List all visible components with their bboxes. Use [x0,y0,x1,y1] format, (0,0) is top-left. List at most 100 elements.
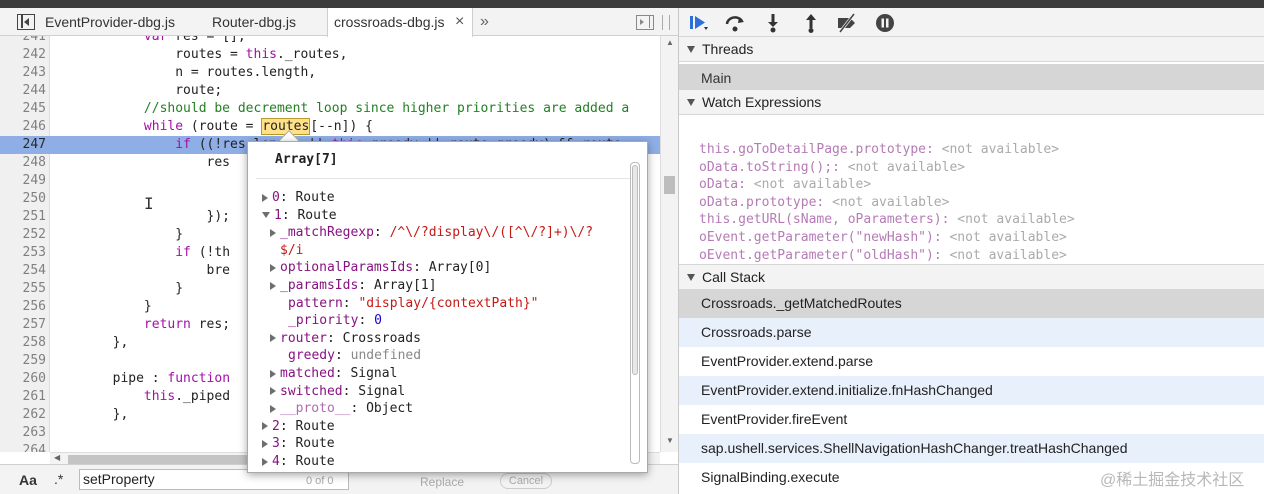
collapsed-triangle-icon[interactable] [270,387,276,396]
property-row[interactable]: __proto__: Object [270,400,413,417]
call-stack-header[interactable]: Call Stack [679,264,1264,290]
tab-router[interactable]: Router-dbg.js [212,8,296,36]
regex-toggle[interactable]: .* [54,471,63,487]
line-number[interactable]: 254 [0,262,46,280]
collapsed-triangle-icon[interactable] [262,422,268,431]
property-row[interactable]: 1: Route [262,207,337,224]
line-number[interactable]: 258 [0,334,46,352]
line-number[interactable]: 260 [0,370,46,388]
property-row[interactable]: router: Crossroads [270,330,421,347]
line-number[interactable]: 246 [0,118,46,136]
call-frame[interactable]: Crossroads.parse [679,318,1264,347]
property-row[interactable]: 0: Route [262,189,335,206]
step-out-icon[interactable] [799,12,823,34]
line-number[interactable]: 248 [0,154,46,172]
object-inspector-popover[interactable]: Array[7] 0: Route 1: Route _matchRegexp: /… [247,141,648,473]
watch-expression[interactable]: oData: <not available> [699,176,871,193]
line-number[interactable]: 247 [0,136,46,154]
property-row[interactable]: optionalParamsIds: Array[0] [270,259,491,276]
more-tabs-icon[interactable]: » [480,8,489,36]
property-row[interactable]: greedy: undefined [288,347,421,364]
line-number[interactable]: 253 [0,244,46,262]
property-row[interactable]: _paramsIds: Array[1] [270,277,437,294]
watch-expression[interactable]: this.getURL(sName, oParameters): <not av… [699,211,1075,228]
code-line[interactable]: 244 route; [0,82,660,100]
resume-icon[interactable] [687,12,711,34]
threads-header[interactable]: Threads [679,36,1264,62]
scroll-thumb[interactable] [664,176,675,194]
collapsed-triangle-icon[interactable] [262,439,268,448]
collapsed-triangle-icon[interactable] [270,228,276,237]
line-number[interactable]: 257 [0,316,46,334]
line-number[interactable]: 261 [0,388,46,406]
thread-main[interactable]: Main [679,64,1264,92]
property-row[interactable]: 3: Route [262,435,335,452]
scroll-down-icon[interactable]: ▼ [666,436,674,445]
line-number[interactable]: 251 [0,208,46,226]
line-number[interactable]: 262 [0,406,46,424]
line-number[interactable]: 245 [0,100,46,118]
collapsed-triangle-icon[interactable] [270,263,276,272]
call-frame[interactable]: Crossroads._getMatchedRoutes [679,289,1264,318]
scroll-left-icon[interactable]: ◀ [54,453,60,462]
deactivate-breakpoints-icon[interactable] [835,12,859,34]
code-line[interactable]: 242 routes = this._routes, [0,46,660,64]
line-number[interactable]: 241 [0,36,46,46]
line-number[interactable]: 264 [0,442,46,452]
property-row[interactable]: 2: Route [262,418,335,435]
watch-expressions-header[interactable]: Watch Expressions [679,89,1264,115]
line-number[interactable]: 252 [0,226,46,244]
property-row[interactable]: pattern: "display/{contextPath}" [288,295,538,312]
collapsed-triangle-icon[interactable] [270,281,276,290]
property-row[interactable]: switched: Signal [270,383,405,400]
close-tab-icon[interactable]: × [455,8,464,36]
line-number[interactable]: 255 [0,280,46,298]
watch-expression[interactable]: oEvent.getParameter("newHash"): <not ava… [699,229,1067,246]
tab-crossroads[interactable]: crossroads-dbg.js [327,8,473,37]
call-frame[interactable]: EventProvider.extend.parse [679,347,1264,376]
expanded-triangle-icon[interactable] [262,212,270,219]
collapsed-triangle-icon[interactable] [270,334,276,343]
editor-vertical-scrollbar[interactable]: ▲ ▼ [660,36,678,452]
line-number[interactable]: 259 [0,352,46,370]
code-line[interactable]: 241 var res = [], [0,36,660,46]
collapsed-triangle-icon[interactable] [270,369,276,378]
call-frame[interactable]: EventProvider.extend.initialize.fnHashCh… [679,376,1264,405]
watch-expression[interactable]: oEvent.getParameter("oldHash"): <not ava… [699,247,1067,264]
line-number[interactable]: 263 [0,424,46,442]
collapsed-triangle-icon[interactable] [262,457,268,466]
property-row[interactable]: _matchRegexp: /^\/?display\/([^\/?]+)\/? [270,224,593,241]
collapsed-triangle-icon[interactable] [270,404,276,413]
code-line[interactable]: 245 //should be decrement loop since hig… [0,100,660,118]
scroll-thumb[interactable] [632,165,638,375]
watch-expression[interactable]: oData.prototype: <not available> [699,194,949,211]
line-number[interactable]: 242 [0,46,46,64]
watch-expression[interactable]: this.goToDetailPage.prototype: <not avai… [699,141,1059,158]
line-number[interactable]: 243 [0,64,46,82]
step-over-icon[interactable] [723,12,747,34]
collapsed-triangle-icon[interactable] [262,193,268,202]
step-into-icon[interactable] [761,12,785,34]
code-line[interactable]: 243 n = routes.length, [0,64,660,82]
toggle-debugger-icon[interactable] [636,15,654,30]
call-frame[interactable]: EventProvider.fireEvent [679,405,1264,434]
line-number[interactable]: 250 [0,190,46,208]
code-line[interactable]: 246 while (route = routes[--n]) { [0,118,660,136]
popover-scrollbar[interactable] [630,162,640,464]
watch-expression[interactable]: oData.toString();: <not available> [699,159,965,176]
line-number[interactable]: 249 [0,172,46,190]
property-row[interactable]: 4: Route [262,453,335,470]
toggle-navigator-icon[interactable] [17,14,35,30]
cancel-button[interactable]: Cancel [500,473,552,489]
property-row[interactable]: _priority: 0 [288,312,382,329]
line-number[interactable]: 256 [0,298,46,316]
match-case-toggle[interactable]: Aa [19,472,37,488]
call-frame[interactable]: sap.ushell.services.ShellNavigationHashC… [679,434,1264,463]
scroll-up-icon[interactable]: ▲ [666,38,674,47]
tab-eventprovider[interactable]: EventProvider-dbg.js [45,8,175,36]
replace-checkbox-label[interactable]: Replace [420,475,464,489]
property-row[interactable]: $/i [280,242,303,259]
line-number[interactable]: 244 [0,82,46,100]
pause-on-exceptions-icon[interactable] [873,12,897,34]
property-row[interactable]: matched: Signal [270,365,397,382]
